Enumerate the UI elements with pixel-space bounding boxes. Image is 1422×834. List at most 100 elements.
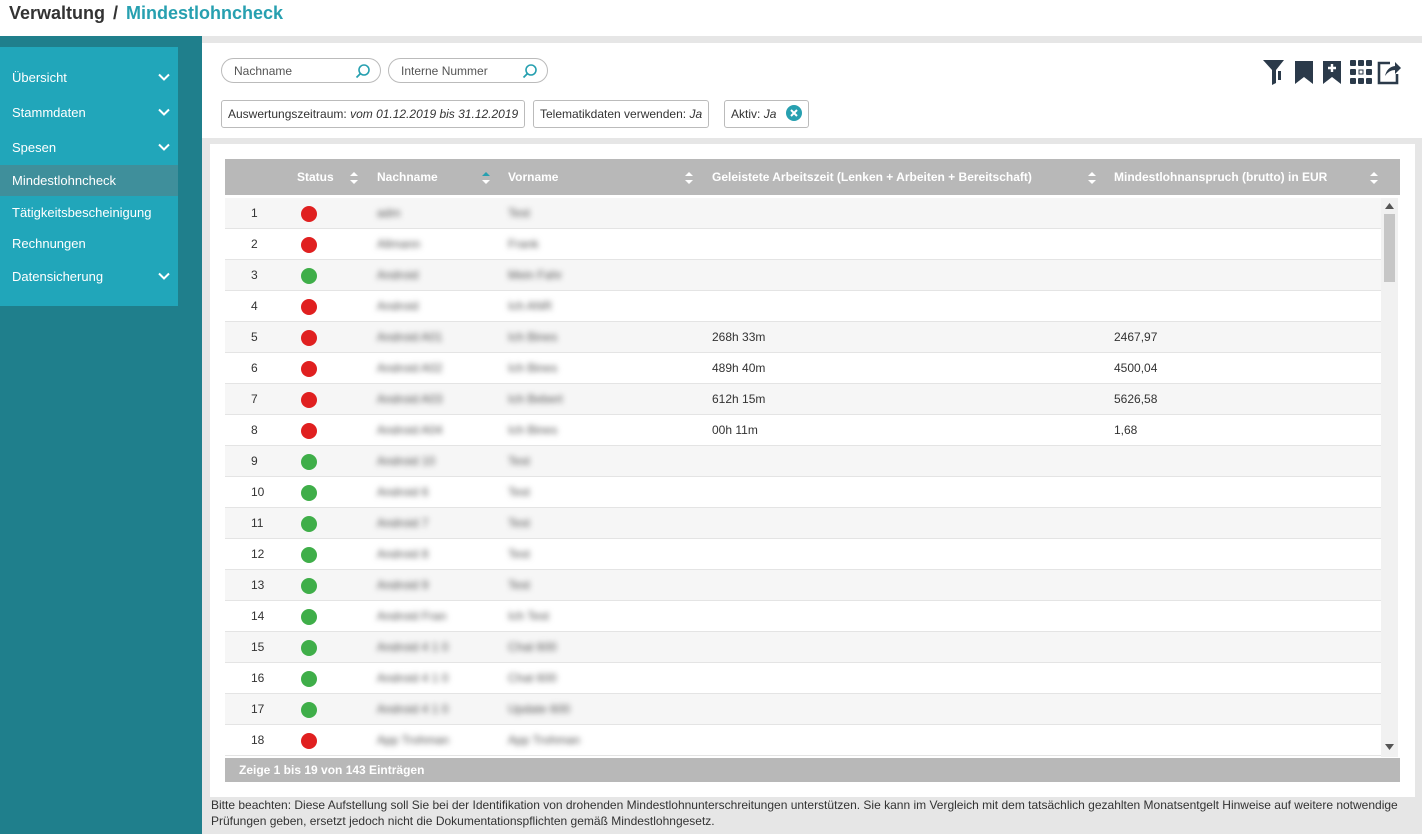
cell-nachname: Android 4 1 0 <box>377 640 449 654</box>
column-header-nachname[interactable]: Nachname <box>377 159 438 195</box>
filter-chip-zeitraum[interactable]: Auswertungszeitraum: vom 01.12.2019 bis … <box>221 100 526 128</box>
export-icon[interactable] <box>1376 57 1402 87</box>
row-number: 16 <box>251 671 265 685</box>
row-number: 14 <box>251 609 265 623</box>
table-row[interactable]: 15 Android 4 1 0 Chat 600 <box>225 632 1381 663</box>
cell-mindestlohnanspruch: 5626,58 <box>1114 392 1158 406</box>
sidebar-item-label: Tätigkeitsbescheinigung <box>12 205 152 220</box>
cell-nachname: Android A02 <box>377 361 443 375</box>
table-row[interactable]: 7 Android A03 Ich Bebert 612h 15m 5626,58 <box>225 384 1381 415</box>
filter-chip-aktiv[interactable]: Aktiv: Ja <box>724 100 809 128</box>
cell-arbeitszeit: 612h 15m <box>712 392 766 406</box>
sidebar-item-label: Übersicht <box>12 70 67 85</box>
table-row[interactable]: 5 Android A01 Ich Bines 268h 33m 2467,97 <box>225 322 1381 353</box>
chevron-down-icon <box>158 73 170 81</box>
sort-ascending-icon[interactable] <box>481 171 491 185</box>
row-number: 12 <box>251 547 265 561</box>
table-row[interactable]: 6 Android A02 Ich Bines 489h 40m 4500,04 <box>225 353 1381 384</box>
table-row[interactable]: 2 Allmann Frank <box>225 229 1381 260</box>
sort-icon[interactable] <box>1369 171 1379 185</box>
scroll-up-icon[interactable] <box>1385 203 1394 209</box>
remove-filter-icon[interactable] <box>785 105 802 122</box>
top-bar: Verwaltung / Mindestlohncheck <box>0 0 1422 36</box>
sidebar-item-rechnungen[interactable]: Rechnungen <box>0 228 178 259</box>
sidebar-item-mindestlohncheck[interactable]: Mindestlohncheck <box>0 165 178 196</box>
row-number: 9 <box>251 454 258 468</box>
column-header-status[interactable]: Status <box>297 159 334 195</box>
table-row[interactable]: 3 Android Mein Fahr <box>225 260 1381 291</box>
filter-chip-label: Auswertungszeitraum: <box>228 107 347 121</box>
sidebar-item-stammdaten[interactable]: Stammdaten <box>0 97 178 128</box>
table-row[interactable]: 4 Android Ich ANR <box>225 291 1381 322</box>
column-grid-icon[interactable] <box>1348 57 1374 87</box>
sidebar-item-label: Stammdaten <box>12 105 86 120</box>
sidebar-item-label: Spesen <box>12 140 57 155</box>
breadcrumb: Verwaltung / Mindestlohncheck <box>9 3 283 24</box>
row-number: 2 <box>251 237 258 251</box>
table-row[interactable]: 10 Android 6 Test <box>225 477 1381 508</box>
cell-vorname: Test <box>508 206 531 220</box>
sidebar-item-label: Rechnungen <box>12 236 86 251</box>
table-row[interactable]: 1 adm Test <box>225 198 1381 229</box>
table-footer-info: Zeige 1 bis 19 von 143 Einträgen <box>225 758 1400 782</box>
table-row[interactable]: 9 Android 10 Test <box>225 446 1381 477</box>
cell-nachname: Android <box>377 299 419 313</box>
filter-chip-label: Telematikdaten verwenden: <box>540 107 687 121</box>
scrollbar-thumb[interactable] <box>1384 214 1395 282</box>
row-number: 5 <box>251 330 258 344</box>
status-green-icon <box>301 516 317 532</box>
cell-vorname: Frank <box>508 237 539 251</box>
table-row[interactable]: 18 App Trohman App Trohman <box>225 725 1381 756</box>
column-header-arbeitszeit[interactable]: Geleistete Arbeitszeit (Lenken + Arbeite… <box>712 159 1032 195</box>
sidebar-item-taetigkeitsbescheinigung[interactable]: Tätigkeitsbescheinigung <box>0 197 178 228</box>
row-number: 8 <box>251 423 258 437</box>
scroll-down-icon[interactable] <box>1385 744 1394 750</box>
cell-mindestlohnanspruch: 2467,97 <box>1114 330 1158 344</box>
table-row[interactable]: 16 Android 4 1 0 Chat 600 <box>225 663 1381 694</box>
filter-chip-label: Aktiv: <box>731 107 761 121</box>
status-red-icon <box>301 237 317 253</box>
sort-icon[interactable] <box>349 171 359 185</box>
table-scrollbar[interactable] <box>1381 198 1398 757</box>
column-header-vorname[interactable]: Vorname <box>508 159 558 195</box>
status-green-icon <box>301 702 317 718</box>
cell-vorname: Chat 600 <box>508 640 557 654</box>
table-row[interactable]: 12 Android 8 Test <box>225 539 1381 570</box>
status-green-icon <box>301 454 317 470</box>
filter-chip-telematik[interactable]: Telematikdaten verwenden: Ja <box>533 100 710 128</box>
cell-vorname: Chat 600 <box>508 671 557 685</box>
toolbar <box>1262 57 1407 87</box>
interne-nummer-search-input[interactable] <box>401 64 511 78</box>
sort-icon[interactable] <box>684 171 694 185</box>
search-icon[interactable] <box>522 63 538 79</box>
sidebar-item-datensicherung[interactable]: Datensicherung <box>0 261 178 292</box>
cell-vorname: Ich ANR <box>508 299 553 313</box>
table-row[interactable]: 14 Android Fran Ich Test <box>225 601 1381 632</box>
status-green-icon <box>301 640 317 656</box>
bookmark-add-icon[interactable] <box>1320 57 1346 87</box>
sort-icon[interactable] <box>1087 171 1097 185</box>
search-icon[interactable] <box>355 63 371 79</box>
cell-vorname: Ich Bines <box>508 330 558 344</box>
cell-vorname: Test <box>508 578 531 592</box>
bookmark-icon[interactable] <box>1292 57 1318 87</box>
table-header: Status Nachname Vorname Geleistete Arbei… <box>225 159 1400 195</box>
cell-arbeitszeit: 489h 40m <box>712 361 766 375</box>
column-header-anspruch[interactable]: Mindestlohnanspruch (brutto) in EUR <box>1114 159 1327 195</box>
row-number: 3 <box>251 268 258 282</box>
nachname-search-input[interactable] <box>234 64 344 78</box>
table-row[interactable]: 17 Android 4 1 0 Update 600 <box>225 694 1381 725</box>
cell-nachname: Android 6 <box>377 485 429 499</box>
breadcrumb-parent[interactable]: Verwaltung <box>9 3 105 23</box>
table-row[interactable]: 8 Android A04 Ich Bines 00h 11m 1,68 <box>225 415 1381 446</box>
status-red-icon <box>301 733 317 749</box>
filter-icon[interactable] <box>1262 57 1288 87</box>
row-number: 17 <box>251 702 265 716</box>
table-row[interactable]: 11 Android 7 Test <box>225 508 1381 539</box>
filter-chip-value: Ja <box>763 107 777 121</box>
sidebar-item-uebersicht[interactable]: Übersicht <box>0 62 178 93</box>
sidebar-item-spesen[interactable]: Spesen <box>0 132 178 163</box>
cell-vorname: App Trohman <box>508 733 581 747</box>
table-row[interactable]: 13 Android 9 Test <box>225 570 1381 601</box>
cell-nachname: Android 10 <box>377 454 436 468</box>
